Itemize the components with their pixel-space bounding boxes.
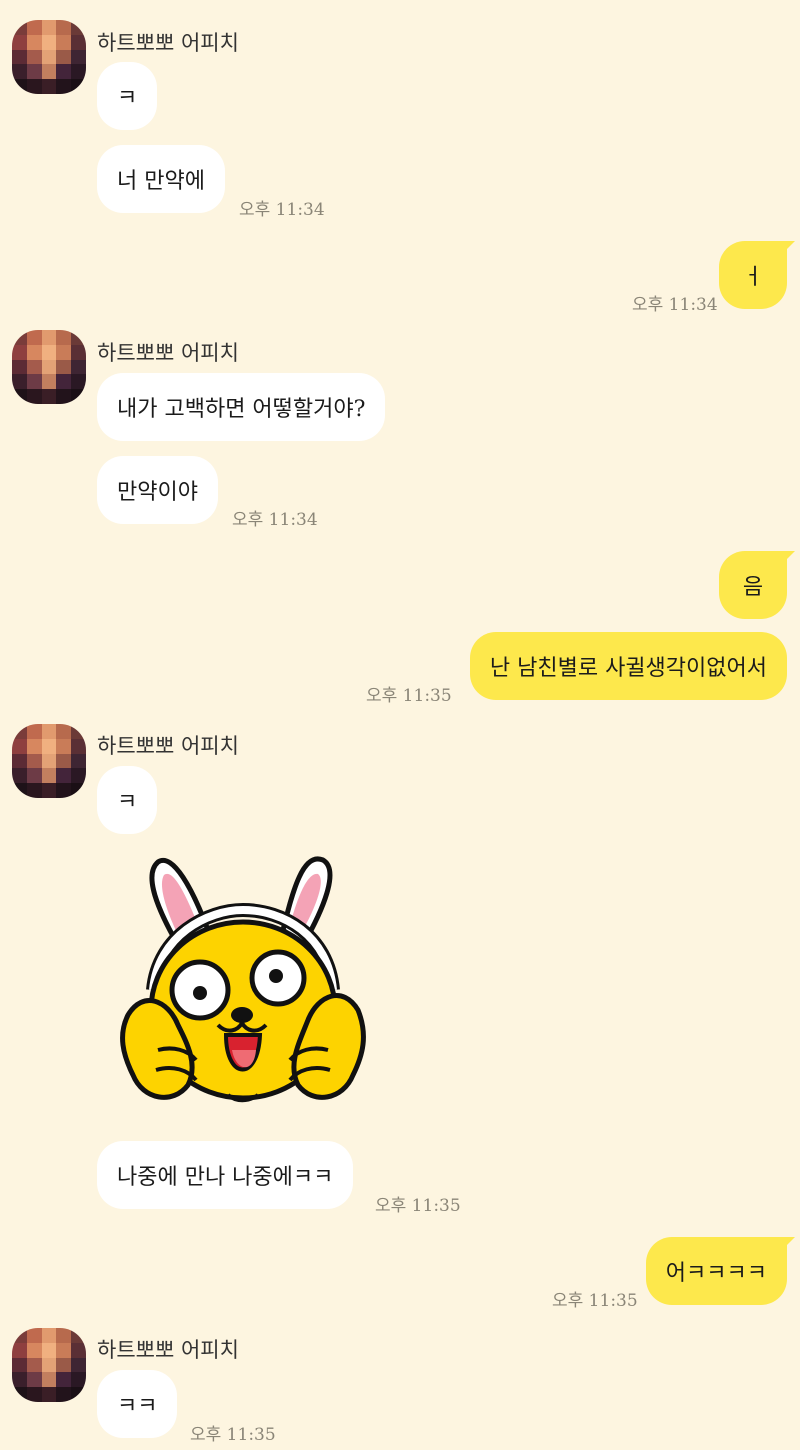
bunny-dog-character-sticker-icon[interactable] [118,850,368,1130]
incoming-message[interactable]: ㅋ [97,62,158,130]
message-text: 만약이야 [117,480,198,505]
message-text: 난 남친별로 사귈생각이없어서 [489,656,767,681]
incoming-message[interactable]: 너 만약에 [97,145,225,213]
contact-name: 하트뽀뽀 어피치 [97,341,239,365]
message-timestamp: 오후 11:34 [632,295,718,315]
contact-name: 하트뽀뽀 어피치 [97,31,239,55]
outgoing-message[interactable]: 난 남친별로 사귈생각이없어서 [469,632,787,700]
contact-name: 하트뽀뽀 어피치 [97,734,239,758]
message-text: ㅋ [117,86,138,111]
outgoing-message[interactable]: 음 [719,551,795,619]
message-text: ㅓ [742,265,764,290]
contact-avatar[interactable] [12,330,86,404]
message-text: ㅋ [117,790,138,815]
message-timestamp: 오후 11:34 [239,200,325,220]
incoming-message[interactable]: ㅋ [97,766,158,834]
incoming-message[interactable]: 내가 고백하면 어떻할거야? [97,373,386,441]
message-text: 어ㅋㅋㅋㅋ [665,1261,767,1286]
contact-avatar[interactable] [12,20,86,94]
outgoing-message[interactable]: 어ㅋㅋㅋㅋ [645,1237,796,1305]
incoming-message[interactable]: ㅋㅋ [97,1370,178,1438]
incoming-message[interactable]: 만약이야 [97,456,218,524]
message-text: ㅋㅋ [117,1394,158,1419]
message-timestamp: 오후 11:35 [190,1425,276,1445]
contact-avatar[interactable] [12,1328,86,1402]
message-timestamp: 오후 11:35 [375,1196,461,1216]
contact-avatar[interactable] [12,724,86,798]
message-text: 나중에 만나 나중에ㅋㅋ [117,1165,334,1190]
message-timestamp: 오후 11:35 [552,1291,638,1311]
message-timestamp: 오후 11:34 [232,510,318,530]
message-timestamp: 오후 11:35 [366,686,452,706]
outgoing-message[interactable]: ㅓ [719,241,795,309]
message-text: 너 만약에 [117,169,205,194]
message-text: 음 [742,575,764,600]
incoming-message[interactable]: 나중에 만나 나중에ㅋㅋ [97,1141,354,1209]
contact-name: 하트뽀뽀 어피치 [97,1338,239,1362]
message-text: 내가 고백하면 어떻할거야? [117,397,366,422]
